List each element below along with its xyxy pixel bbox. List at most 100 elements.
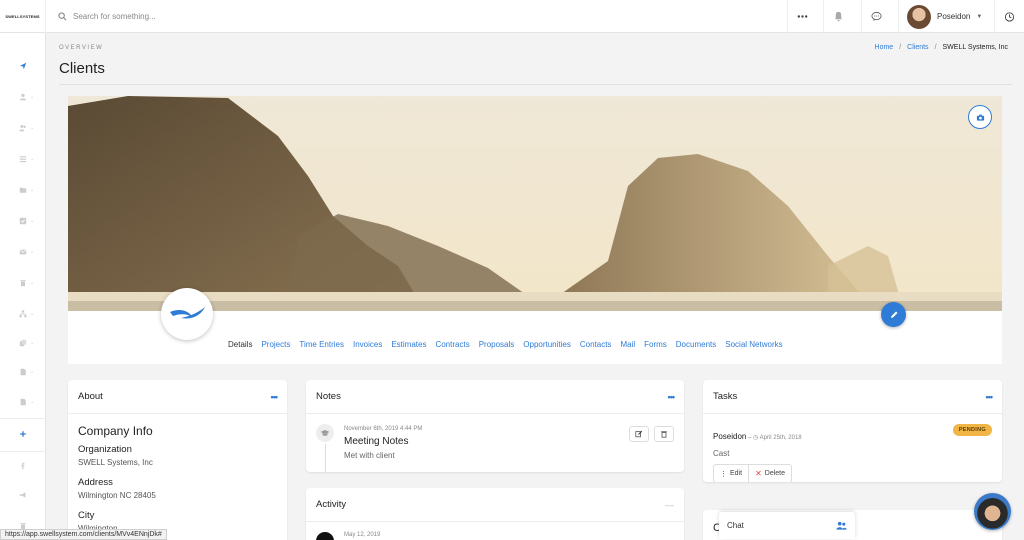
task-actions: ⋮ Edit ✕ Delete (713, 464, 992, 482)
sidebar-add-button[interactable] (0, 427, 46, 441)
cover-photo-landscape (68, 96, 1002, 311)
sidebar-item-list[interactable]: ⌄ (0, 152, 46, 166)
activity-header: Activity — (306, 488, 684, 522)
sidebar: ⌄ ⌄ ⌄ ⌄ ⌄ ⌄ ⌄ ⌄ ⌄ ⌄ ⌄ (0, 33, 46, 540)
edit-icon (635, 430, 643, 438)
notes-title: Notes (316, 391, 341, 402)
tasks-title: Tasks (713, 391, 738, 402)
sidebar-item-facebook[interactable] (0, 459, 46, 473)
sidebar-item-user[interactable]: ⌄ (0, 90, 46, 104)
folder-icon (19, 187, 27, 193)
breadcrumb-separator: / (899, 44, 902, 51)
tab-social-networks[interactable]: Social Networks (725, 340, 782, 349)
client-logo[interactable] (161, 288, 213, 340)
sidebar-item-file[interactable]: ⌄ (0, 365, 46, 379)
tasks-menu-button[interactable]: ••• (986, 392, 994, 402)
tab-documents[interactable]: Documents (676, 340, 716, 349)
browser-status-url: https://app.swellsystem.com/clients/MVv4… (0, 529, 167, 540)
activity-date: May 12, 2019 (344, 532, 381, 538)
edit-note-button[interactable] (629, 426, 649, 442)
about-menu-button[interactable]: ••• (271, 392, 279, 402)
breadcrumb-clients[interactable]: Clients (907, 44, 928, 51)
activity-collapse-button[interactable]: — (665, 500, 674, 510)
sidebar-item-announcements[interactable] (0, 488, 46, 502)
chevron-down-icon: ⌄ (30, 340, 35, 346)
activity-card: Activity — May 12, 2019 (306, 488, 684, 540)
delete-note-button[interactable] (654, 426, 674, 442)
file-icon (20, 368, 26, 376)
note-item: November 6th, 2019 4:44 PM Meeting Notes… (306, 414, 684, 472)
breadcrumb-separator: / (934, 44, 937, 51)
users-icon (836, 521, 847, 530)
edit-task-button[interactable]: ⋮ Edit (713, 464, 750, 482)
about-card: About ••• Company Info Organization SWEL… (68, 380, 287, 540)
tab-forms[interactable]: Forms (644, 340, 667, 349)
sidebar-divider (0, 451, 46, 452)
sidebar-item-copy[interactable]: ⌄ (0, 336, 46, 350)
sidebar-item-checklist[interactable]: ⌄ (0, 214, 46, 228)
vertical-dots-icon: ⋮ (720, 470, 727, 478)
chat-widget[interactable]: Chat (719, 512, 855, 539)
tab-details[interactable]: Details (228, 340, 252, 349)
chevron-down-icon: ▼ (976, 13, 983, 20)
tab-invoices[interactable]: Invoices (353, 340, 382, 349)
logo-box[interactable]: SWELLSYSTEMS (0, 0, 46, 33)
tasks-header: Tasks ••• (703, 380, 1002, 414)
sidebar-item-dashboard[interactable] (0, 59, 46, 73)
breadcrumb-home[interactable]: Home (875, 44, 894, 51)
search-input[interactable] (73, 12, 373, 21)
tab-proposals[interactable]: Proposals (479, 340, 515, 349)
tab-opportunities[interactable]: Opportunities (523, 340, 571, 349)
chevron-down-icon: ⌄ (30, 94, 35, 100)
tab-projects[interactable]: Projects (261, 340, 290, 349)
task-assignee: Poseidon (713, 432, 747, 441)
note-actions (629, 426, 674, 442)
note-date: November 6th, 2019 4:44 PM (344, 426, 423, 432)
chevron-down-icon: ⌄ (30, 399, 35, 405)
more-button[interactable] (787, 0, 817, 33)
user-menu[interactable]: Poseidon ▼ (898, 0, 988, 33)
user-name: Poseidon (937, 12, 971, 21)
file-icon (20, 398, 26, 406)
tab-estimates[interactable]: Estimates (391, 340, 426, 349)
sidebar-item-folder[interactable]: ⌄ (0, 183, 46, 197)
sidebar-item-users[interactable]: ⌄ (0, 121, 46, 135)
activity-title: Activity (316, 499, 347, 510)
delete-task-button[interactable]: ✕ Delete (749, 464, 792, 482)
task-item: Poseidon – ◷ April 25th, 2018 Cast PENDI… (703, 414, 1002, 482)
notes-menu-button[interactable]: ••• (668, 392, 676, 402)
tab-contracts[interactable]: Contracts (435, 340, 469, 349)
sitemap-icon (19, 310, 27, 318)
plus-icon (20, 431, 26, 437)
change-cover-button[interactable] (968, 105, 992, 129)
organization-label: Organization (78, 444, 132, 455)
sidebar-item-sitemap[interactable]: ⌄ (0, 307, 46, 321)
bell-icon (834, 11, 843, 22)
check-square-icon (19, 217, 27, 225)
sidebar-item-file-2[interactable]: ⌄ (0, 395, 46, 409)
edit-client-button[interactable] (881, 302, 906, 327)
tab-contacts[interactable]: Contacts (580, 340, 612, 349)
about-header: About ••• (68, 380, 287, 414)
chevron-down-icon: ⌄ (30, 125, 35, 131)
swell-wave-logo (170, 307, 205, 319)
user-icon (19, 93, 27, 101)
notifications-button[interactable] (823, 0, 853, 33)
activity-avatar (316, 532, 334, 540)
client-profile-card: Details Projects Time Entries Invoices E… (68, 96, 1002, 364)
tab-time-entries[interactable]: Time Entries (299, 340, 344, 349)
messages-button[interactable] (861, 0, 891, 33)
address-label: Address (78, 477, 113, 488)
copy-icon (19, 339, 27, 347)
support-avatar[interactable] (974, 493, 1011, 530)
city-label: City (78, 510, 95, 521)
sidebar-item-mail[interactable]: ⌄ (0, 245, 46, 259)
status-badge: PENDING (952, 424, 992, 436)
user-avatar (907, 4, 931, 29)
app-logo: SWELLSYSTEMS (5, 14, 40, 19)
chevron-down-icon: ⌄ (30, 249, 35, 255)
timer-button[interactable] (994, 0, 1024, 33)
tab-mail[interactable]: Mail (620, 340, 635, 349)
sidebar-item-trash[interactable]: ⌄ (0, 276, 46, 290)
edit-label: Edit (730, 470, 743, 477)
